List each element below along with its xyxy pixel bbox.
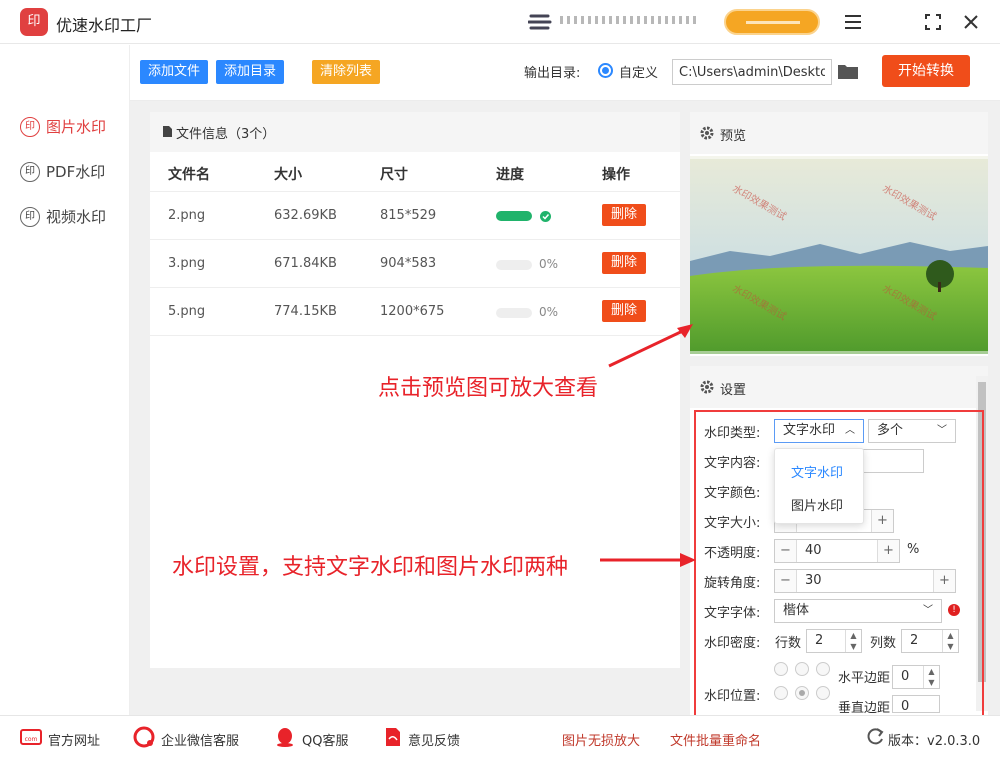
progress-text: 0%: [539, 257, 559, 271]
file-icon: [163, 126, 172, 137]
check-circle-icon: [540, 211, 551, 222]
wechat-icon[interactable]: [133, 726, 155, 748]
footer-batch-rename-link[interactable]: 文件批量重命名: [670, 730, 761, 749]
preview-image[interactable]: 水印效果测试 水印效果测试 水印效果测试 水印效果测试: [690, 156, 988, 354]
watermark-stamp-icon: 印: [20, 161, 40, 182]
file-dimensions: 1200*675: [380, 304, 445, 319]
app-title: 优速水印工厂: [56, 16, 153, 35]
promo-button[interactable]: [724, 9, 820, 35]
annotation-preview-tip: 点击预览图可放大查看: [378, 376, 599, 401]
file-size: 632.69KB: [274, 208, 337, 223]
preview-title: 预览: [720, 129, 747, 144]
clear-list-button[interactable]: 清除列表: [312, 60, 381, 84]
custom-output-radio[interactable]: [598, 63, 613, 78]
column-header-dimensions: 尺寸: [380, 167, 408, 183]
file-dimensions: 904*583: [380, 256, 437, 271]
progress-bar: [496, 211, 532, 221]
sidebar-item-label: PDF水印: [46, 163, 106, 181]
column-header-size: 大小: [274, 167, 302, 183]
file-name: 2.png: [168, 208, 206, 223]
watermark-stamp-icon: 印: [20, 206, 40, 227]
footer-feedback-link[interactable]: 意见反馈: [408, 730, 460, 749]
custom-output-label[interactable]: 自定义: [619, 62, 658, 81]
sidebar-item-label: 图片水印: [46, 118, 107, 136]
maximize-icon[interactable]: [920, 9, 946, 35]
file-size: 774.15KB: [274, 304, 337, 319]
refresh-icon[interactable]: [864, 726, 886, 748]
gear-icon: [700, 380, 714, 394]
column-header-name: 文件名: [168, 167, 210, 183]
progress-bar: [496, 308, 532, 318]
file-panel-title: 文件信息（3个）: [176, 127, 276, 142]
file-dimensions: 815*529: [380, 208, 437, 223]
progress-text: 0%: [539, 305, 559, 319]
watermark-stamp-icon: 印: [20, 116, 40, 137]
file-name: 3.png: [168, 256, 206, 271]
add-file-button[interactable]: 添加文件: [140, 60, 209, 84]
column-header-progress: 进度: [496, 167, 524, 183]
gear-icon: [700, 126, 714, 140]
highlight-box: [694, 410, 984, 722]
folder-icon[interactable]: [837, 62, 859, 80]
settings-title: 设置: [720, 383, 747, 398]
footer-lossless-zoom-link[interactable]: 图片无损放大: [562, 730, 640, 749]
promo-banner-text: [560, 16, 700, 24]
annotation-settings-tip: 水印设置，支持文字水印和图片水印两种: [172, 555, 569, 580]
sidebar-item-label: 视频水印: [46, 208, 107, 226]
sidebar: [0, 45, 130, 715]
hamburger-icon[interactable]: [840, 9, 866, 35]
output-dir-label: 输出目录:: [524, 66, 581, 81]
sidebar-item-pdf-watermark[interactable]: 印 PDF水印: [20, 161, 105, 185]
qq-icon[interactable]: [274, 726, 296, 748]
column-header-action: 操作: [602, 167, 630, 183]
footer-website-link[interactable]: 官方网址: [48, 730, 100, 749]
footer-qq-link[interactable]: QQ客服: [302, 730, 348, 749]
feedback-icon[interactable]: [382, 726, 404, 748]
sidebar-item-image-watermark[interactable]: 印图片水印: [20, 116, 106, 140]
file-size: 671.84KB: [274, 256, 337, 271]
close-icon[interactable]: [958, 9, 984, 35]
annotation-arrow-icon: [608, 324, 693, 368]
svg-text:com: com: [25, 736, 38, 743]
footer-wechat-link[interactable]: 企业微信客服: [161, 730, 239, 749]
output-path-input[interactable]: [672, 59, 832, 85]
start-convert-button[interactable]: 开始转换: [882, 55, 970, 87]
delete-button[interactable]: 删除: [602, 252, 646, 274]
version-text: 版本：v2.0.3.0: [888, 734, 981, 749]
sidebar-item-video-watermark[interactable]: 印视频水印: [20, 206, 106, 230]
annotation-arrow-icon: [600, 553, 696, 567]
website-icon[interactable]: com: [20, 726, 42, 748]
delete-button[interactable]: 删除: [602, 204, 646, 226]
app-logo: 印: [20, 8, 48, 36]
file-name: 5.png: [168, 304, 206, 319]
promo-logo-icon: [528, 14, 552, 30]
add-directory-button[interactable]: 添加目录: [216, 60, 285, 84]
progress-bar: [496, 260, 532, 270]
